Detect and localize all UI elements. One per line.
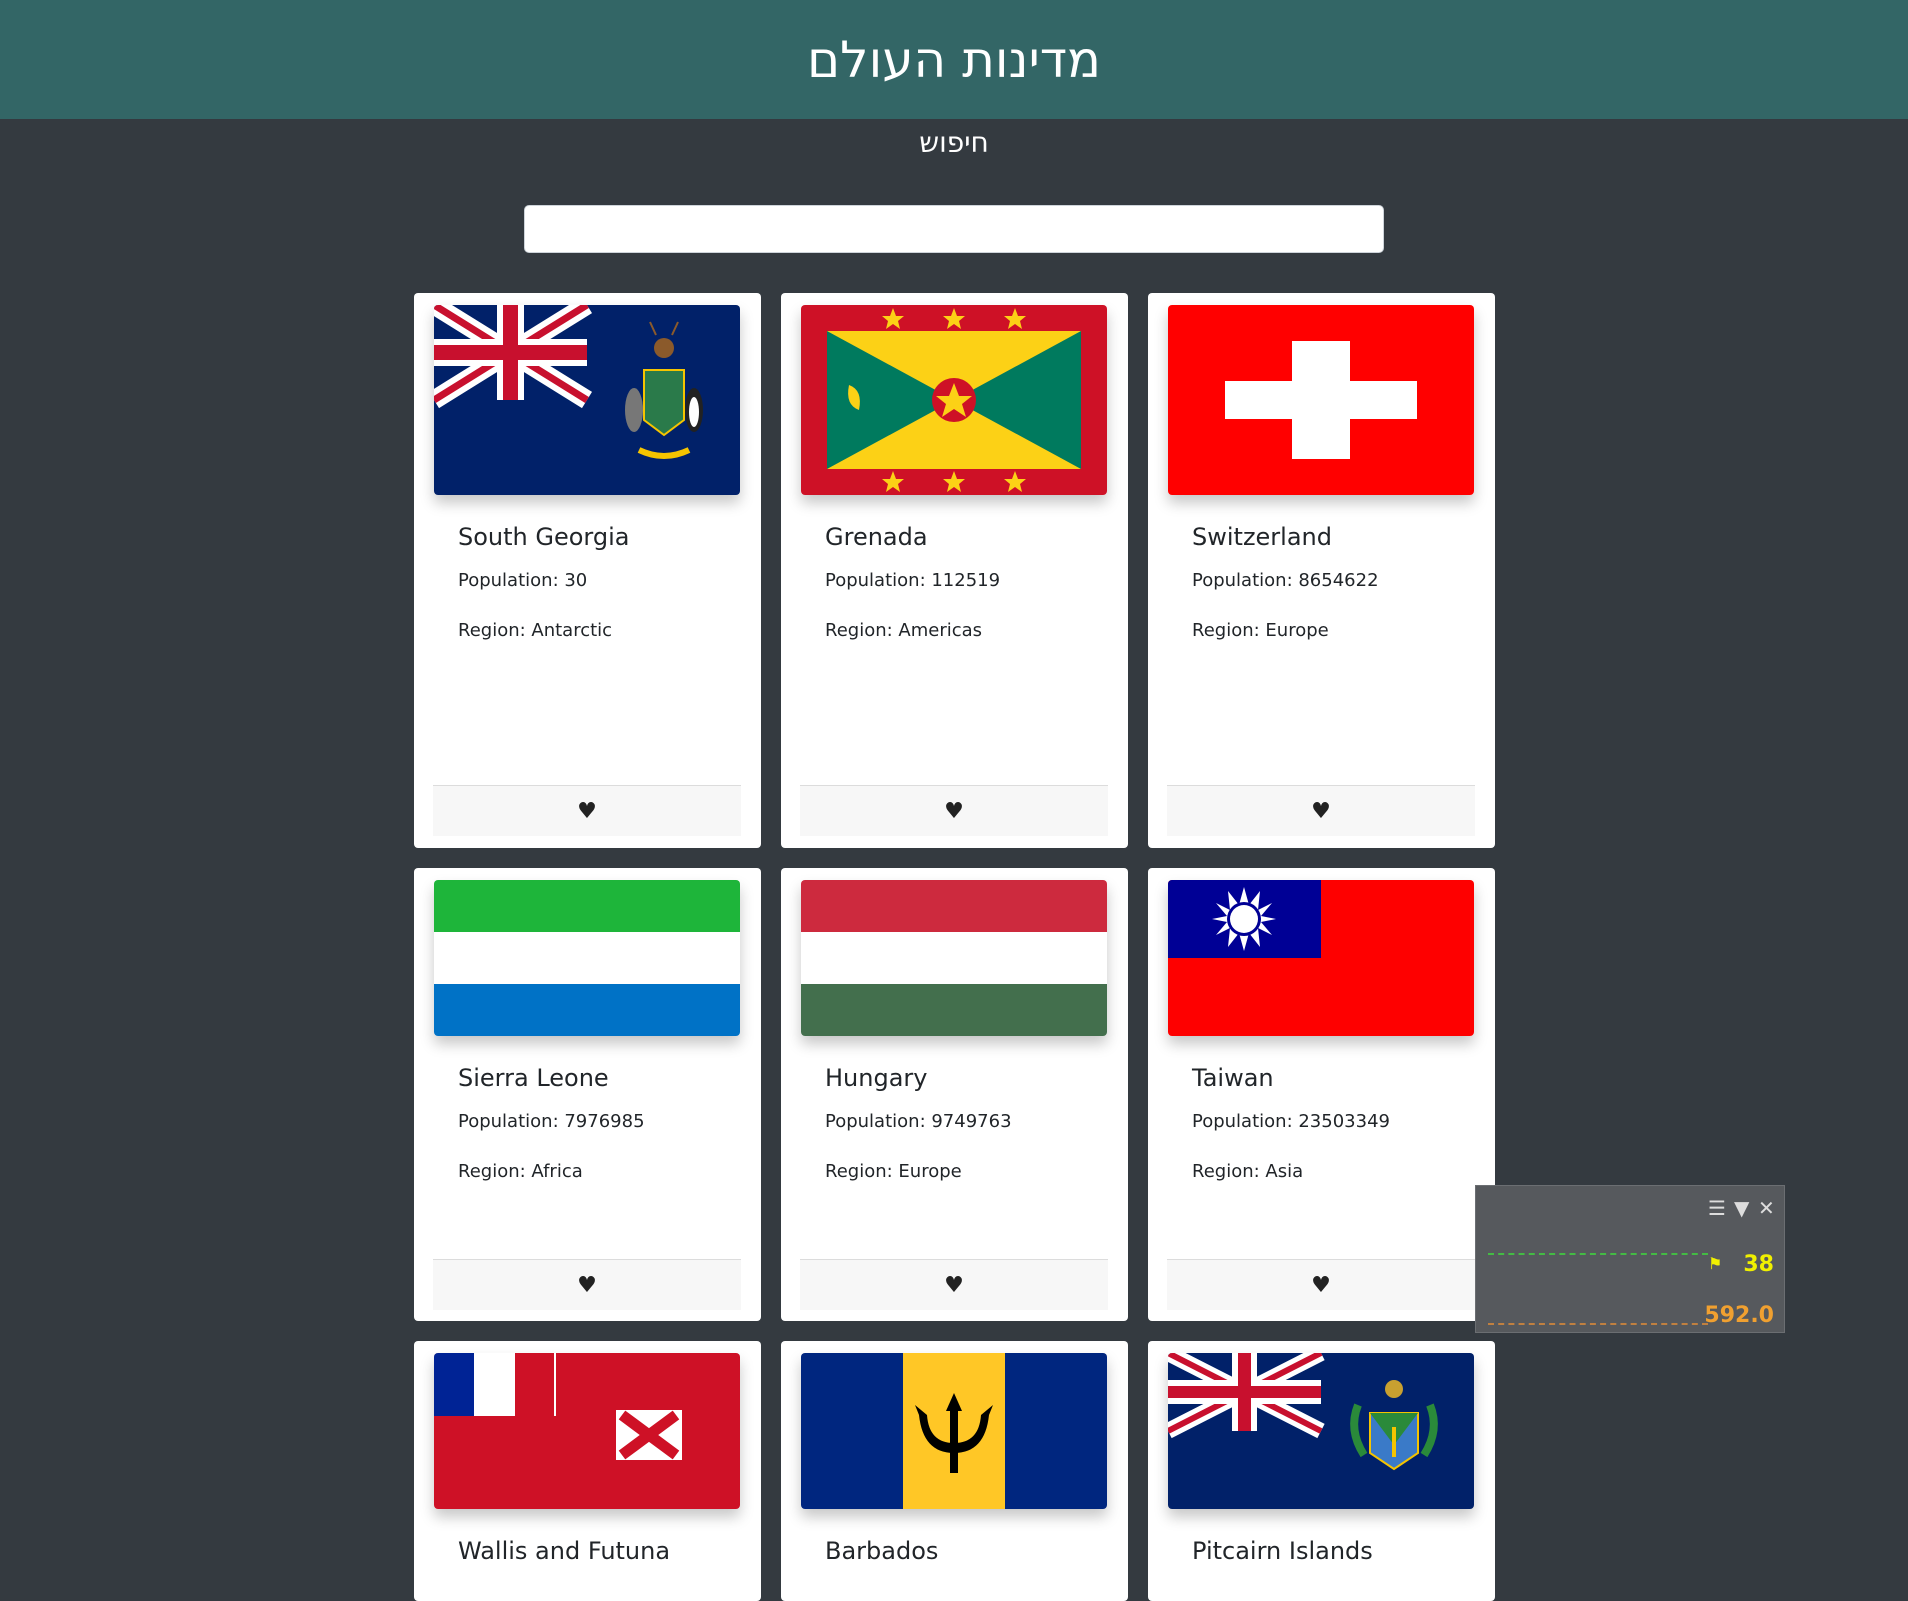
country-population: Population: 23503349 xyxy=(1192,1111,1390,1132)
flag-image-sierra-leone xyxy=(434,880,740,1036)
page-header: מדינות העולם xyxy=(0,0,1908,119)
heart-icon: ♥ xyxy=(944,1272,964,1298)
favorite-button[interactable]: ♥ xyxy=(433,1259,741,1310)
overlay-value-2: 592.0 xyxy=(1704,1303,1774,1328)
country-name: South Georgia xyxy=(458,523,630,551)
heart-icon: ♥ xyxy=(577,1272,597,1298)
country-region: Region: Antarctic xyxy=(458,620,613,641)
country-population: Population: 8654622 xyxy=(1192,570,1379,591)
graph-line-green xyxy=(1488,1253,1708,1255)
country-name: Switzerland xyxy=(1192,523,1332,551)
heart-icon: ♥ xyxy=(1311,1272,1331,1298)
favorite-button[interactable]: ♥ xyxy=(800,1259,1108,1310)
overlay-value-1: 38 xyxy=(1743,1252,1774,1277)
flag-image-pitcairn-islands xyxy=(1168,1353,1474,1509)
flag-image-grenada xyxy=(801,305,1107,495)
country-region: Region: Americas xyxy=(825,620,983,641)
country-card: Wallis and Futuna xyxy=(414,1341,761,1601)
collapse-icon[interactable]: ▼ xyxy=(1734,1196,1749,1220)
country-card: South Georgia Population: 30 Region: Ant… xyxy=(414,293,761,848)
country-name: Grenada xyxy=(825,523,928,551)
favorite-button[interactable]: ♥ xyxy=(800,785,1108,836)
menu-icon[interactable]: ☰ xyxy=(1708,1196,1726,1220)
heart-icon: ♥ xyxy=(944,798,964,824)
country-name: Hungary xyxy=(825,1064,928,1092)
country-name: Sierra Leone xyxy=(458,1064,609,1092)
flag-image-taiwan xyxy=(1168,880,1474,1036)
country-card: Pitcairn Islands xyxy=(1148,1341,1495,1601)
heart-icon: ♥ xyxy=(577,798,597,824)
page-title: מדינות העולם xyxy=(806,30,1102,89)
search-input[interactable] xyxy=(524,205,1384,253)
country-population: Population: 30 xyxy=(458,570,588,591)
country-name: Taiwan xyxy=(1192,1064,1274,1092)
country-population: Population: 9749763 xyxy=(825,1111,1012,1132)
country-region: Region: Asia xyxy=(1192,1161,1304,1182)
country-name: Barbados xyxy=(825,1537,939,1565)
country-region: Region: Europe xyxy=(1192,620,1329,641)
country-region: Region: Europe xyxy=(825,1161,962,1182)
flag-image-switzerland xyxy=(1168,305,1474,495)
performance-overlay[interactable]: ☰ ▼ ✕ ⚑ 38 592.0 xyxy=(1475,1185,1785,1333)
flag-image-hungary xyxy=(801,880,1107,1036)
flag-image-south-georgia xyxy=(434,305,740,495)
country-name: Wallis and Futuna xyxy=(458,1537,671,1565)
country-name: Pitcairn Islands xyxy=(1192,1537,1373,1565)
search-label: חיפוש xyxy=(919,126,989,159)
country-card: Barbados xyxy=(781,1341,1128,1601)
favorite-button[interactable]: ♥ xyxy=(433,785,741,836)
country-card: Switzerland Population: 8654622 Region: … xyxy=(1148,293,1495,848)
heart-icon: ♥ xyxy=(1311,798,1331,824)
graph-line-orange xyxy=(1488,1323,1708,1325)
country-card: Grenada Population: 112519 Region: Ameri… xyxy=(781,293,1128,848)
flag-image-barbados xyxy=(801,1353,1107,1509)
favorite-button[interactable]: ♥ xyxy=(1167,1259,1475,1310)
country-card: Sierra Leone Population: 7976985 Region:… xyxy=(414,868,761,1321)
close-icon[interactable]: ✕ xyxy=(1758,1196,1775,1220)
country-population: Population: 112519 xyxy=(825,570,1001,591)
flag-icon: ⚑ xyxy=(1708,1254,1723,1273)
country-card: Hungary Population: 9749763 Region: Euro… xyxy=(781,868,1128,1321)
country-region: Region: Africa xyxy=(458,1161,583,1182)
favorite-button[interactable]: ♥ xyxy=(1167,785,1475,836)
flag-image-wallis-and-futuna xyxy=(434,1353,740,1509)
country-population: Population: 7976985 xyxy=(458,1111,645,1132)
country-card: Taiwan Population: 23503349 Region: Asia… xyxy=(1148,868,1495,1321)
